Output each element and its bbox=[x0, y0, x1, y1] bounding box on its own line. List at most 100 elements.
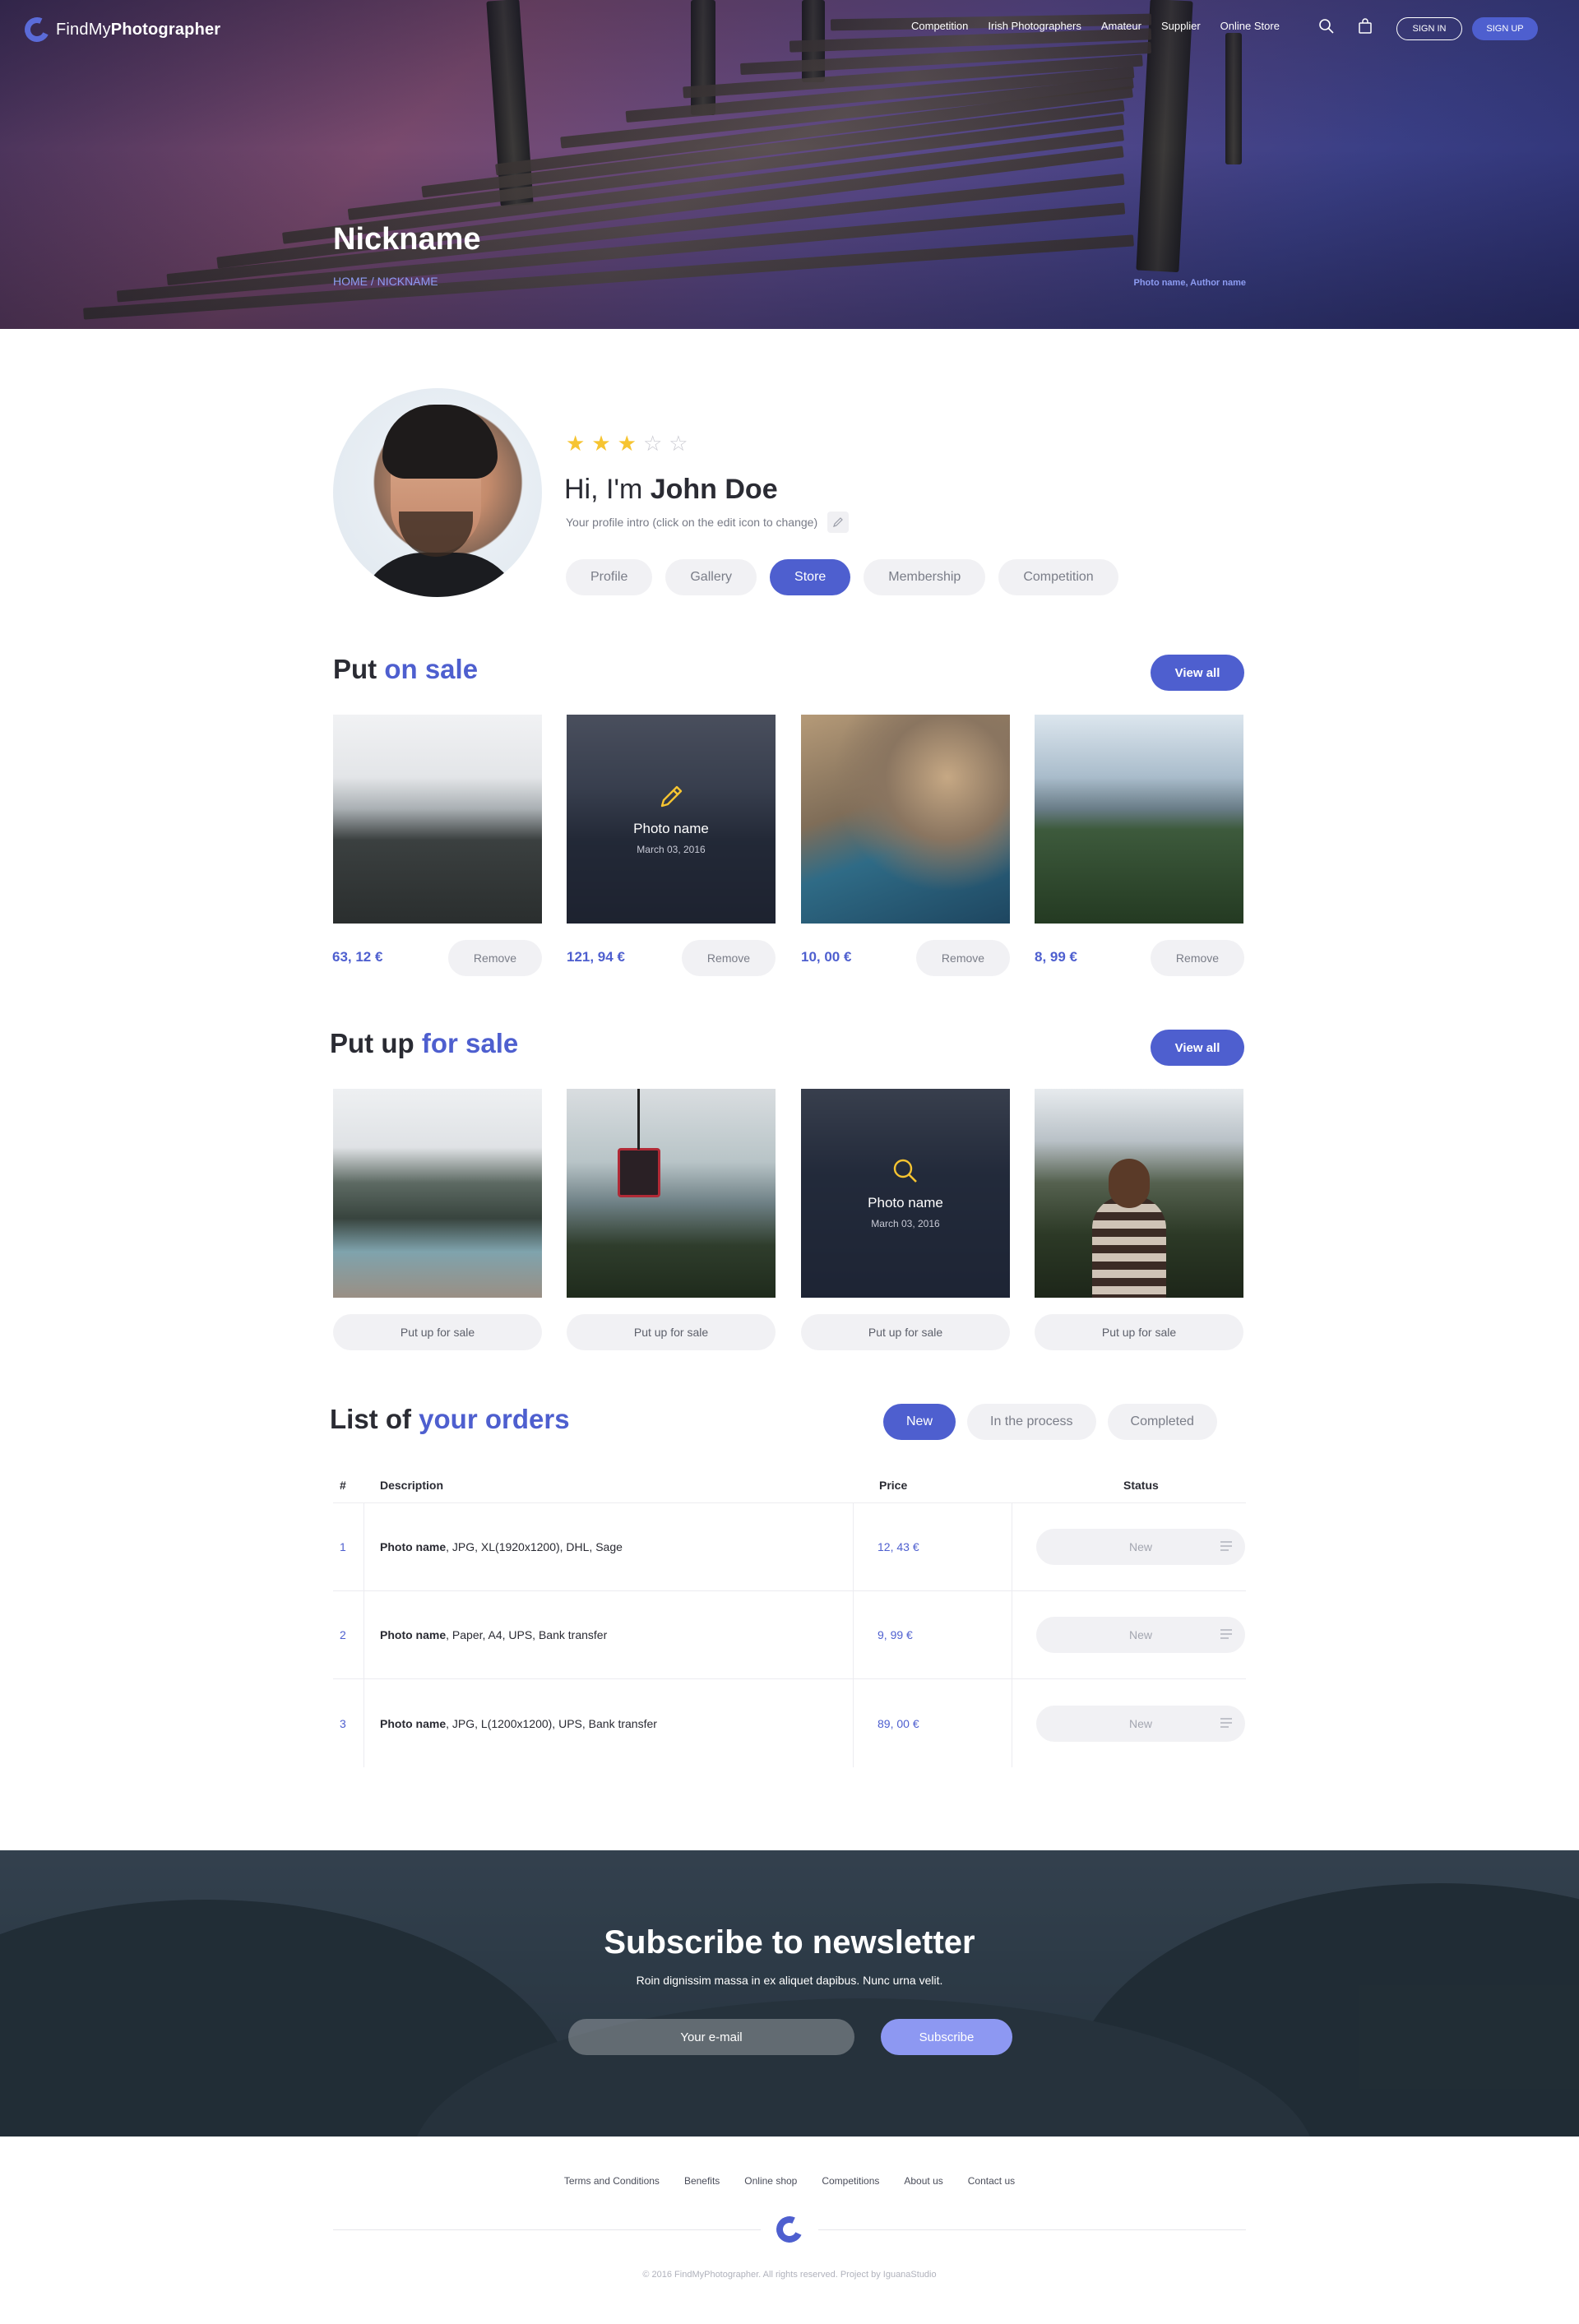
status-value: New bbox=[1128, 1540, 1152, 1553]
row-photo-name[interactable]: Photo name bbox=[380, 1628, 446, 1641]
overlay-photo-name: Photo name bbox=[633, 821, 709, 836]
footer-link-benefits[interactable]: Benefits bbox=[684, 2175, 720, 2187]
table-row[interactable]: 2 Photo name, Paper, A4, UPS, Bank trans… bbox=[333, 1591, 1246, 1679]
newsletter-overlay bbox=[0, 1850, 1579, 2137]
remove-button[interactable]: Remove bbox=[1151, 940, 1244, 976]
cable-car-cabin bbox=[618, 1148, 660, 1197]
put-up-for-sale-button[interactable]: Put up for sale bbox=[333, 1314, 542, 1350]
table-row[interactable]: 1 Photo name, JPG, XL(1920x1200), DHL, S… bbox=[333, 1503, 1246, 1591]
heading-accent: on sale bbox=[384, 654, 479, 684]
heading-prefix: Subscribe to bbox=[604, 1924, 803, 1961]
heading-accent: your orders bbox=[419, 1404, 570, 1434]
row-description: Photo name, JPG, L(1200x1200), UPS, Bank… bbox=[380, 1717, 657, 1730]
status-select[interactable]: New bbox=[1036, 1705, 1245, 1742]
put-up-for-sale-button[interactable]: Put up for sale bbox=[567, 1314, 776, 1350]
star-icon: ☆ bbox=[642, 431, 663, 456]
remove-button[interactable]: Remove bbox=[682, 940, 776, 976]
sale-photo-mountain-lake[interactable]: Photo name March 03, 2016 bbox=[567, 715, 776, 924]
row-number: 2 bbox=[340, 1628, 346, 1641]
edit-intro-button[interactable] bbox=[827, 512, 850, 533]
menu-lines-icon bbox=[1220, 1629, 1232, 1639]
footer-link-contact[interactable]: Contact us bbox=[968, 2175, 1015, 2187]
menu-lines-icon bbox=[1220, 1717, 1232, 1728]
row-photo-name[interactable]: Photo name bbox=[380, 1717, 446, 1730]
breadcrumb[interactable]: HOME / NICKNAME bbox=[333, 275, 438, 288]
footer-link-online-shop[interactable]: Online shop bbox=[744, 2175, 797, 2187]
row-photo-name[interactable]: Photo name bbox=[380, 1540, 446, 1553]
tab-profile[interactable]: Profile bbox=[566, 559, 653, 595]
forsale-photo-cable-car[interactable] bbox=[567, 1089, 776, 1298]
put-up-for-sale-button[interactable]: Put up for sale bbox=[1035, 1314, 1243, 1350]
nav-item-competition[interactable]: Competition bbox=[911, 20, 968, 32]
footer-logo-icon[interactable] bbox=[772, 2212, 807, 2247]
email-field[interactable] bbox=[568, 2019, 854, 2055]
status-select[interactable]: New bbox=[1036, 1529, 1245, 1565]
heading-prefix: List of bbox=[330, 1404, 411, 1434]
remove-button[interactable]: Remove bbox=[916, 940, 1010, 976]
nav-item-amateur[interactable]: Amateur bbox=[1101, 20, 1141, 32]
tab-competition[interactable]: Competition bbox=[998, 559, 1118, 595]
photo-credit: Photo name, Author name bbox=[1133, 278, 1247, 288]
col-status: Status bbox=[1123, 1479, 1159, 1492]
cable bbox=[637, 1089, 640, 1150]
search-icon[interactable] bbox=[1318, 18, 1335, 35]
star-icon: ☆ bbox=[669, 431, 688, 456]
pencil-icon bbox=[833, 517, 843, 527]
heading-accent: for sale bbox=[421, 1028, 519, 1058]
photo-overlay: Photo name March 03, 2016 bbox=[801, 1089, 1010, 1298]
col-price: Price bbox=[879, 1479, 908, 1492]
sale-photo-green-valley[interactable] bbox=[1035, 715, 1243, 924]
tab-gallery[interactable]: Gallery bbox=[665, 559, 757, 595]
view-all-on-sale-button[interactable]: View all bbox=[1151, 655, 1244, 691]
col-description: Description bbox=[380, 1479, 444, 1492]
sale-photo-coastline[interactable] bbox=[801, 715, 1010, 924]
nav-item-online-store[interactable]: Online Store bbox=[1220, 20, 1280, 32]
sign-in-button[interactable]: SIGN IN bbox=[1396, 17, 1462, 40]
avatar-beard bbox=[399, 512, 473, 557]
subscribe-button[interactable]: Subscribe bbox=[881, 2019, 1012, 2055]
shopping-bag-icon[interactable] bbox=[1357, 18, 1373, 35]
on-sale-heading: Put on sale bbox=[333, 654, 478, 685]
tab-membership[interactable]: Membership bbox=[864, 559, 986, 595]
for-sale-heading: Put up for sale bbox=[330, 1028, 518, 1059]
footer-links: Terms and Conditions Benefits Online sho… bbox=[0, 2175, 1579, 2187]
orders-heading: List of your orders bbox=[330, 1404, 570, 1435]
sale-price: 121, 94 € bbox=[567, 949, 625, 965]
page-title: Nickname bbox=[333, 222, 481, 257]
row-description: Photo name, Paper, A4, UPS, Bank transfe… bbox=[380, 1628, 607, 1641]
filter-completed[interactable]: Completed bbox=[1107, 1404, 1217, 1440]
greeting-prefix: Hi, I'm bbox=[564, 474, 643, 505]
site-logo[interactable]: FindMyPhotographer bbox=[21, 13, 220, 46]
tab-store[interactable]: Store bbox=[770, 559, 851, 595]
nav-item-supplier[interactable]: Supplier bbox=[1161, 20, 1201, 32]
forsale-photo-mountain-lake[interactable] bbox=[333, 1089, 542, 1298]
forsale-photo-woman-forest[interactable] bbox=[1035, 1089, 1243, 1298]
status-value: New bbox=[1128, 1628, 1152, 1641]
footer-link-about[interactable]: About us bbox=[904, 2175, 942, 2187]
status-select[interactable]: New bbox=[1036, 1617, 1245, 1653]
filter-in-process[interactable]: In the process bbox=[967, 1404, 1096, 1440]
footer-link-competitions[interactable]: Competitions bbox=[822, 2175, 879, 2187]
nav-item-irish-photographers[interactable]: Irish Photographers bbox=[988, 20, 1081, 32]
heading-prefix: Put bbox=[333, 654, 377, 684]
col-number: # bbox=[340, 1479, 346, 1492]
search-icon[interactable] bbox=[891, 1157, 919, 1185]
profile-tabs: Profile Gallery Store Membership Competi… bbox=[566, 559, 1118, 595]
sign-up-button[interactable]: SIGN UP bbox=[1472, 17, 1538, 40]
table-row[interactable]: 3 Photo name, JPG, L(1200x1200), UPS, Ba… bbox=[333, 1679, 1246, 1767]
footer-link-terms[interactable]: Terms and Conditions bbox=[564, 2175, 660, 2187]
forsale-photo-sea-cliff[interactable]: Photo name March 03, 2016 bbox=[801, 1089, 1010, 1298]
star-icon: ★ bbox=[617, 431, 637, 456]
pencil-icon[interactable] bbox=[657, 783, 685, 811]
profile-intro: Your profile intro (click on the edit ic… bbox=[566, 512, 850, 533]
view-all-for-sale-button[interactable]: View all bbox=[1151, 1030, 1244, 1066]
row-description: Photo name, JPG, XL(1920x1200), DHL, Sag… bbox=[380, 1540, 623, 1553]
star-icon: ★ bbox=[566, 431, 586, 456]
sale-price: 8, 99 € bbox=[1035, 949, 1077, 965]
sale-photo-snowy-forest[interactable] bbox=[333, 715, 542, 924]
put-up-for-sale-button[interactable]: Put up for sale bbox=[801, 1314, 1010, 1350]
heading-accent: newsletter bbox=[812, 1924, 975, 1961]
remove-button[interactable]: Remove bbox=[448, 940, 542, 976]
rating-stars: ★ ★ ★ ☆ ☆ bbox=[566, 433, 688, 454]
filter-new[interactable]: New bbox=[883, 1404, 956, 1440]
